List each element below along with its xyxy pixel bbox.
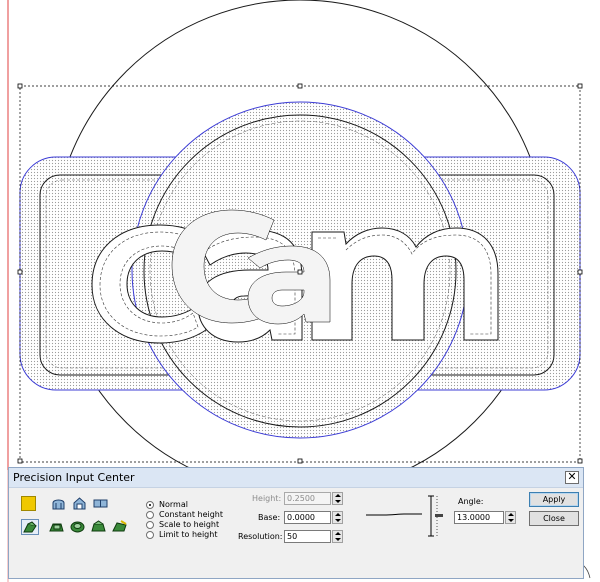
arch-icon[interactable] bbox=[72, 497, 87, 510]
mode-scale-to-height-label: Scale to height bbox=[159, 520, 220, 529]
precision-input-center-dialog: Precision Input Center ✕ Normal Constant… bbox=[8, 467, 584, 579]
bevel-icon[interactable] bbox=[49, 520, 64, 533]
mode-normal-radio[interactable] bbox=[146, 501, 154, 509]
resolution-field[interactable]: 50 bbox=[284, 530, 331, 543]
height-label: Height: bbox=[252, 494, 282, 503]
resolution-spinner[interactable] bbox=[332, 530, 343, 543]
mode-scale-to-height-radio[interactable] bbox=[146, 521, 154, 529]
dialog-titlebar[interactable]: Precision Input Center ✕ bbox=[9, 468, 583, 488]
close-icon[interactable]: ✕ bbox=[565, 471, 579, 484]
angle-slider[interactable] bbox=[425, 494, 451, 538]
dome-icon[interactable] bbox=[51, 497, 66, 510]
height-field[interactable]: 0.2500 bbox=[284, 492, 331, 505]
mode-constant-height-radio[interactable] bbox=[146, 511, 154, 519]
angle-field[interactable]: 13.0000 bbox=[454, 511, 504, 524]
mode-limit-to-height-label: Limit to height bbox=[159, 530, 218, 539]
apply-button[interactable]: Apply bbox=[529, 492, 579, 507]
height-spinner[interactable] bbox=[332, 492, 343, 505]
mode-normal-label: Normal bbox=[159, 500, 188, 509]
close-button[interactable]: Close bbox=[529, 511, 579, 526]
profile-preview bbox=[366, 513, 422, 516]
base-label: Base: bbox=[258, 513, 281, 522]
angle-label: Angle: bbox=[458, 497, 484, 506]
dialog-title: Precision Input Center bbox=[13, 471, 135, 484]
base-spinner[interactable] bbox=[332, 511, 343, 524]
mode-constant-height-label: Constant height bbox=[159, 510, 224, 519]
mode-limit-to-height-radio[interactable] bbox=[146, 531, 154, 539]
cone-icon[interactable] bbox=[91, 520, 106, 533]
flat-icon[interactable] bbox=[93, 497, 108, 510]
sweep-icon[interactable] bbox=[21, 519, 39, 535]
round-icon[interactable] bbox=[70, 520, 85, 533]
resolution-label: Resolution: bbox=[238, 532, 283, 541]
wedge-icon[interactable] bbox=[112, 520, 127, 533]
color-swatch-icon[interactable] bbox=[21, 496, 36, 511]
base-field[interactable]: 0.0000 bbox=[284, 511, 331, 524]
angle-spinner[interactable] bbox=[505, 511, 516, 524]
